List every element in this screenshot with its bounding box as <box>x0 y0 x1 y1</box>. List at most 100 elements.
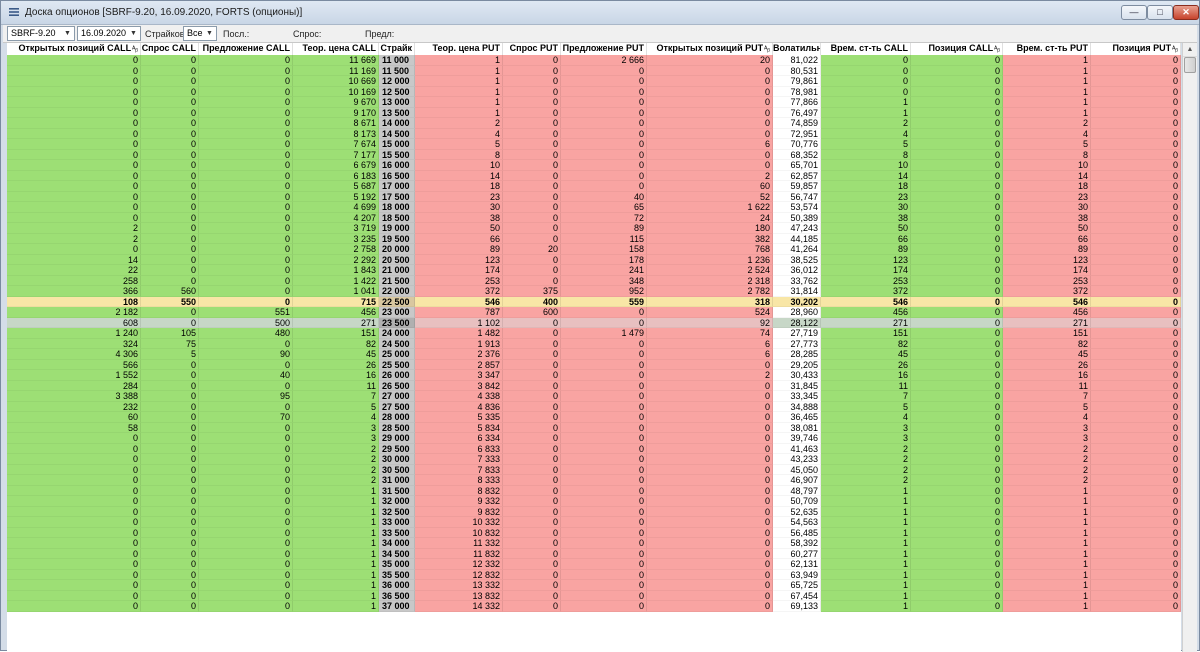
cell-bid_put[interactable]: 0 <box>503 139 561 150</box>
cell-pos_call[interactable]: 0 <box>911 107 1003 118</box>
cell-tv_put[interactable]: 2 <box>1003 443 1091 454</box>
cell-ask_put[interactable]: 0 <box>561 401 647 412</box>
cell-ask_put[interactable]: 0 <box>561 412 647 423</box>
cell-tv_put[interactable]: 1 <box>1003 485 1091 496</box>
cell-oi_call[interactable]: 324 <box>7 338 141 349</box>
cell-theo_put[interactable]: 13 332 <box>415 580 503 591</box>
cell-strike[interactable]: 34 500 <box>379 548 415 559</box>
cell-tv_put[interactable]: 38 <box>1003 212 1091 223</box>
cell-bid_put[interactable]: 0 <box>503 181 561 192</box>
cell-vol[interactable]: 29,205 <box>773 359 821 370</box>
cell-theo_put[interactable]: 9 332 <box>415 496 503 507</box>
cell-oi_put[interactable]: 60 <box>647 181 773 192</box>
cell-tv_put[interactable]: 45 <box>1003 349 1091 360</box>
cell-oi_call[interactable]: 0 <box>7 485 141 496</box>
cell-tv_put[interactable]: 1 <box>1003 569 1091 580</box>
cell-theo_call[interactable]: 8 173 <box>293 128 379 139</box>
column-header-pos_call[interactable]: Позиция CALL <box>911 43 1003 55</box>
cell-theo_put[interactable]: 30 <box>415 202 503 213</box>
cell-bid_call[interactable]: 0 <box>141 233 199 244</box>
cell-ask_put[interactable]: 0 <box>561 601 647 612</box>
cell-pos_call[interactable]: 0 <box>911 391 1003 402</box>
cell-oi_call[interactable]: 2 182 <box>7 307 141 318</box>
cell-pos_put[interactable]: 0 <box>1091 254 1181 265</box>
cell-oi_put[interactable]: 0 <box>647 496 773 507</box>
table-row[interactable]: 0 0 0 1 36 000 13 332 0 0 0 65,725 1 0 1 0 <box>7 580 1181 591</box>
cell-pos_put[interactable]: 0 <box>1091 233 1181 244</box>
table-row[interactable]: 0 0 0 2 31 000 8 333 0 0 0 46,907 2 0 2 0 <box>7 475 1181 486</box>
cell-strike[interactable]: 14 000 <box>379 118 415 129</box>
cell-theo_call[interactable]: 6 679 <box>293 160 379 171</box>
cell-bid_call[interactable]: 0 <box>141 317 199 328</box>
table-row[interactable]: 0 0 0 10 169 12 500 1 0 0 0 78,981 0 0 1 0 <box>7 86 1181 97</box>
cell-bid_call[interactable]: 0 <box>141 76 199 87</box>
cell-theo_put[interactable]: 1 <box>415 107 503 118</box>
cell-pos_put[interactable]: 0 <box>1091 454 1181 465</box>
cell-theo_call[interactable]: 1 <box>293 506 379 517</box>
cell-ask_put[interactable]: 65 <box>561 202 647 213</box>
cell-tv_call[interactable]: 1 <box>821 559 911 570</box>
cell-theo_call[interactable]: 1 <box>293 538 379 549</box>
cell-tv_put[interactable]: 1 <box>1003 76 1091 87</box>
cell-oi_put[interactable]: 318 <box>647 296 773 307</box>
cell-vol[interactable]: 77,866 <box>773 97 821 108</box>
cell-pos_put[interactable]: 0 <box>1091 569 1181 580</box>
cell-bid_call[interactable]: 550 <box>141 296 199 307</box>
cell-strike[interactable]: 28 000 <box>379 412 415 423</box>
table-row[interactable]: 0005 192 17 500 23 0 40 52 56,747 23 0 23 0 <box>7 191 1181 202</box>
cell-tv_call[interactable]: 66 <box>821 233 911 244</box>
cell-oi_put[interactable]: 6 <box>647 349 773 360</box>
cell-oi_put[interactable]: 20 <box>647 55 773 66</box>
cell-tv_call[interactable]: 1 <box>821 569 911 580</box>
table-row[interactable]: 4 306 5 90 45 25 000 2 376 0 0 6 28,285 45 0 45 0 <box>7 349 1181 360</box>
cell-ask_put[interactable]: 0 <box>561 590 647 601</box>
cell-ask_put[interactable]: 0 <box>561 149 647 160</box>
cell-bid_put[interactable]: 0 <box>503 422 561 433</box>
cell-theo_call[interactable]: 11 <box>293 380 379 391</box>
cell-oi_call[interactable]: 0 <box>7 527 141 538</box>
cell-tv_put[interactable]: 3 <box>1003 422 1091 433</box>
cell-bid_put[interactable]: 0 <box>503 76 561 87</box>
cell-theo_call[interactable]: 16 <box>293 370 379 381</box>
cell-theo_put[interactable]: 787 <box>415 307 503 318</box>
cell-bid_call[interactable]: 0 <box>141 212 199 223</box>
cell-pos_put[interactable]: 0 <box>1091 128 1181 139</box>
cell-bid_put[interactable]: 0 <box>503 233 561 244</box>
cell-oi_call[interactable]: 0 <box>7 538 141 549</box>
cell-oi_call[interactable]: 0 <box>7 590 141 601</box>
cell-bid_put[interactable]: 0 <box>503 548 561 559</box>
cell-strike[interactable]: 30 500 <box>379 464 415 475</box>
cell-vol[interactable]: 30,433 <box>773 370 821 381</box>
cell-bid_put[interactable]: 0 <box>503 454 561 465</box>
cell-bid_call[interactable]: 0 <box>141 464 199 475</box>
cell-vol[interactable]: 28,960 <box>773 307 821 318</box>
cell-vol[interactable]: 60,277 <box>773 548 821 559</box>
cell-pos_call[interactable]: 0 <box>911 485 1003 496</box>
cell-tv_call[interactable]: 2 <box>821 464 911 475</box>
cell-oi_call[interactable]: 608 <box>7 317 141 328</box>
cell-ask_put[interactable]: 0 <box>561 118 647 129</box>
cell-bid_put[interactable]: 0 <box>503 433 561 444</box>
cell-strike[interactable]: 11 000 <box>379 55 415 66</box>
table-row[interactable]: 0 0 0 1 32 000 9 332 0 0 0 50,709 1 0 1 0 <box>7 496 1181 507</box>
cell-oi_call[interactable]: 0 <box>7 454 141 465</box>
cell-theo_call[interactable]: 4 207 <box>293 212 379 223</box>
cell-ask_put[interactable]: 0 <box>561 433 647 444</box>
cell-pos_call[interactable]: 0 <box>911 506 1003 517</box>
cell-bid_put[interactable]: 0 <box>503 149 561 160</box>
cell-oi_call[interactable]: 0 <box>7 107 141 118</box>
table-row[interactable]: 0006 679 16 000 10 0 0 0 65,701 10 0 10 0 <box>7 160 1181 171</box>
cell-strike[interactable]: 35 000 <box>379 559 415 570</box>
cell-vol[interactable]: 65,701 <box>773 160 821 171</box>
cell-theo_put[interactable]: 10 <box>415 160 503 171</box>
cell-strike[interactable]: 23 000 <box>379 307 415 318</box>
cell-tv_call[interactable]: 1 <box>821 517 911 528</box>
table-row[interactable]: 324 75 0 82 24 500 1 913 0 0 6 27,773 82 0 82 0 <box>7 338 1181 349</box>
cell-tv_call[interactable]: 123 <box>821 254 911 265</box>
cell-ask_put[interactable]: 0 <box>561 548 647 559</box>
cell-bid_call[interactable]: 0 <box>141 590 199 601</box>
cell-bid_call[interactable]: 0 <box>141 485 199 496</box>
cell-pos_put[interactable]: 0 <box>1091 349 1181 360</box>
cell-ask_call[interactable]: 0 <box>199 569 293 580</box>
cell-strike[interactable]: 32 000 <box>379 496 415 507</box>
